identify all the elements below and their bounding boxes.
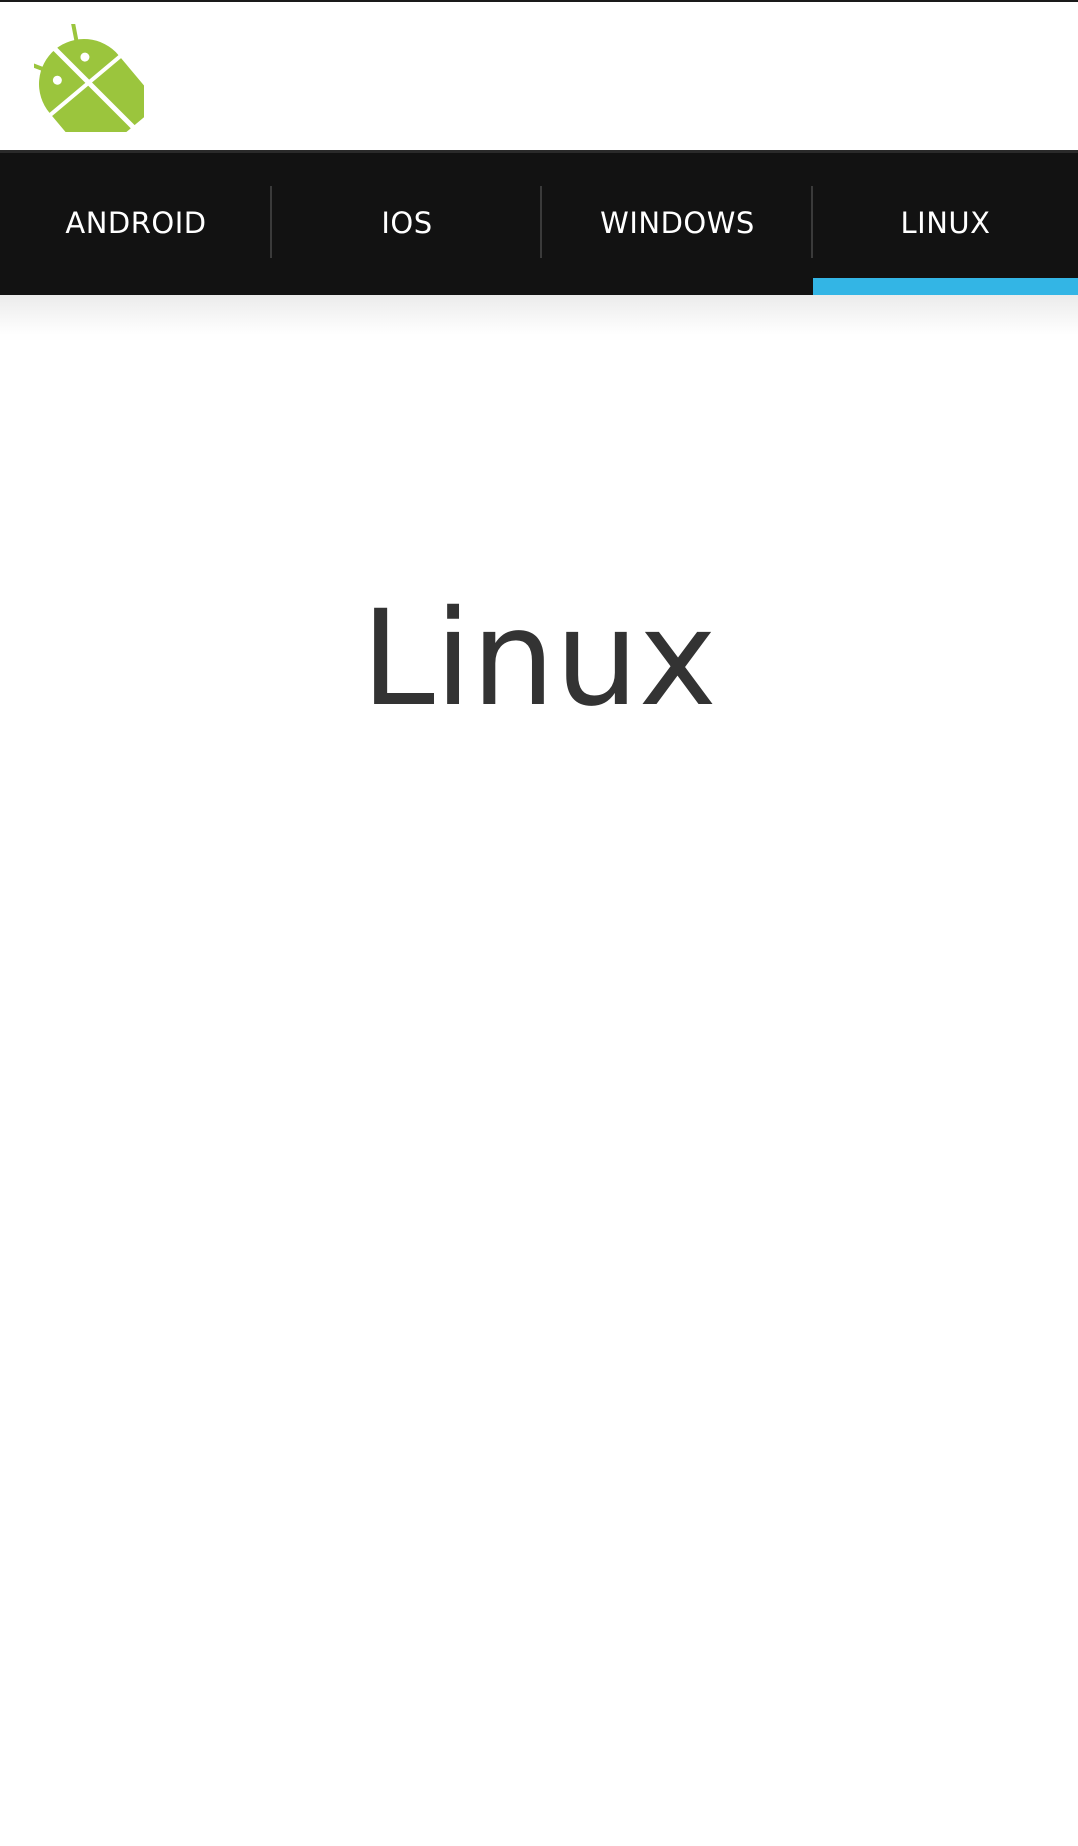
tab-label-windows: WINDOWS [600,205,755,240]
tab-label-android: ANDROID [65,205,207,240]
tab-label-ios: IOS [381,205,433,240]
tab-linux[interactable]: LINUX [813,150,1078,295]
android-robot-icon[interactable] [34,24,144,132]
tab-bar: ANDROID IOS WINDOWS LINUX [0,150,1078,295]
content-title: Linux [361,582,717,736]
action-bar [0,2,1078,150]
tab-ios[interactable]: IOS [272,150,542,295]
tab-label-linux: LINUX [900,205,991,240]
selected-tab-indicator [813,278,1078,295]
tab-content: Linux [0,295,1078,1846]
tab-android[interactable]: ANDROID [0,150,272,295]
app-screen: ANDROID IOS WINDOWS LINUX Linux [0,0,1078,1846]
tab-windows[interactable]: WINDOWS [542,150,813,295]
